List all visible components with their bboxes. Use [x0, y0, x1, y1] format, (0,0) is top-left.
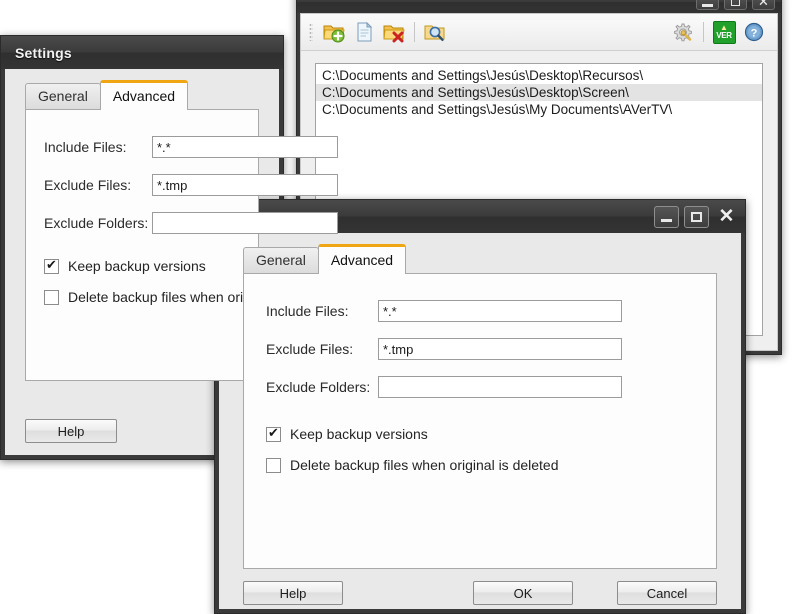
new-document-button[interactable] [349, 18, 379, 47]
field-row-include-files: Include Files: [244, 300, 716, 322]
exclude-folders-input[interactable] [152, 212, 338, 234]
gear-key-icon [674, 23, 692, 42]
window-buttons: ✕ [654, 205, 739, 228]
include-files-label: Include Files: [44, 139, 127, 155]
tab-panel-advanced: Include Files: Exclude Files: Exclude Fo… [25, 109, 338, 381]
help-icon: ? [744, 22, 764, 42]
exclude-files-input[interactable] [378, 338, 622, 360]
foreground-settings-dialog[interactable]: Settings ✕ General Advanced Include File… [214, 199, 746, 614]
titlebar[interactable]: Settings [1, 36, 283, 69]
exclude-files-label: Exclude Files: [266, 341, 354, 357]
exclude-files-input[interactable] [152, 174, 338, 196]
field-row-exclude-files: Exclude Files: [244, 338, 716, 360]
tabstrip: General Advanced [5, 80, 279, 110]
document-icon [357, 21, 373, 42]
help-button[interactable]: Help [25, 419, 117, 443]
tabstrip: General Advanced [219, 244, 741, 274]
list-item[interactable]: C:\Documents and Settings\Jesús\Desktop\… [316, 67, 762, 84]
dialog-body: General Advanced Include Files: Exclude … [219, 233, 741, 609]
remove-folder-button[interactable] [379, 18, 409, 47]
field-row-include-files: Include Files: [26, 136, 338, 158]
version-badge-text: VER [716, 31, 732, 40]
list-item[interactable]: C:\Documents and Settings\Jesús\Desktop\… [316, 84, 762, 101]
field-row-exclude-folders: Exclude Folders: [26, 212, 338, 234]
filelist-titlebar[interactable]: ✕ [297, 0, 781, 13]
delete-backup-files-checkbox[interactable] [44, 289, 59, 305]
tab-panel-advanced: Include Files: Exclude Files: Exclude Fo… [243, 273, 717, 569]
checkbox-row-delete-backup[interactable]: Delete backup files when original is del… [244, 457, 716, 473]
window-title: Settings [15, 44, 72, 61]
toolbar: ▲ VER ? [301, 14, 777, 51]
exclude-files-label: Exclude Files: [44, 177, 132, 193]
tab-advanced[interactable]: Advanced [99, 80, 189, 110]
filelist-close-button[interactable]: ✕ [752, 0, 775, 10]
help-button-toolbar[interactable]: ? [739, 18, 769, 47]
list-item[interactable]: C:\Documents and Settings\Jesús\My Docum… [316, 101, 762, 118]
remove-folder-icon [383, 25, 405, 43]
exclude-folders-label: Exclude Folders: [44, 215, 149, 231]
keep-backup-versions-label: Keep backup versions [68, 258, 206, 274]
minimize-button[interactable] [654, 205, 679, 228]
browse-folder-button[interactable] [420, 18, 450, 47]
include-files-input[interactable] [152, 136, 338, 158]
exclude-folders-label: Exclude Folders: [266, 379, 371, 395]
button-spacer [343, 581, 473, 605]
tab-general[interactable]: General [25, 83, 101, 109]
delete-backup-files-label: Delete backup files when original is del… [290, 457, 559, 473]
search-folder-icon [424, 25, 445, 41]
checkbox-row-keep-backup[interactable]: Keep backup versions [244, 425, 716, 442]
button-row: Help OK Cancel [219, 581, 741, 605]
include-files-label: Include Files: [266, 303, 349, 319]
close-button[interactable]: ✕ [714, 206, 739, 228]
toolbar-grip[interactable] [309, 23, 313, 41]
toolbar-separator-2 [703, 22, 704, 42]
tab-general[interactable]: General [243, 247, 319, 273]
keep-backup-versions-checkbox[interactable] [44, 257, 59, 274]
maximize-button[interactable] [684, 205, 709, 228]
svg-text:?: ? [751, 28, 758, 40]
add-folder-icon [323, 25, 345, 43]
include-files-input[interactable] [378, 300, 622, 322]
keep-backup-versions-checkbox[interactable] [266, 425, 281, 442]
checkbox-row-delete-backup[interactable]: Delete backup files when original is del… [26, 289, 337, 305]
field-row-exclude-files: Exclude Files: [26, 174, 338, 196]
settings-button[interactable] [668, 18, 698, 47]
filelist-maximize-button[interactable] [724, 0, 747, 10]
toolbar-separator [414, 22, 415, 42]
ok-button[interactable]: OK [473, 581, 573, 605]
filelist-minimize-button[interactable] [696, 0, 719, 10]
version-badge: ▲ VER [712, 20, 736, 44]
version-badge-button[interactable]: ▲ VER [709, 18, 739, 47]
add-folder-button[interactable] [319, 18, 349, 47]
help-button[interactable]: Help [243, 581, 343, 605]
keep-backup-versions-label: Keep backup versions [290, 426, 428, 442]
cancel-button[interactable]: Cancel [617, 581, 717, 605]
exclude-folders-input[interactable] [378, 376, 622, 398]
filelist-window-buttons: ✕ [696, 0, 775, 10]
field-row-exclude-folders: Exclude Folders: [244, 376, 716, 398]
tab-advanced[interactable]: Advanced [317, 244, 407, 274]
delete-backup-files-checkbox[interactable] [266, 457, 281, 473]
